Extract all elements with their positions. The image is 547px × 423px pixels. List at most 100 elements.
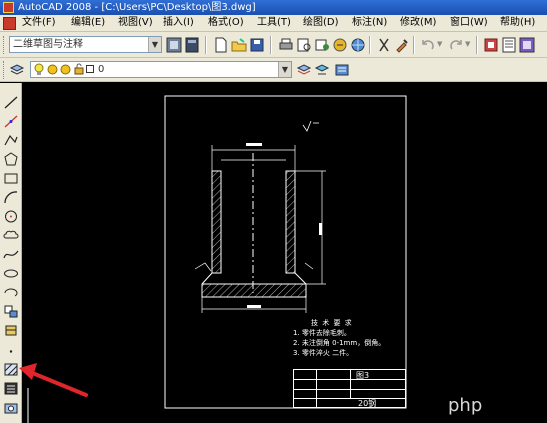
hatch-tool[interactable] bbox=[3, 362, 19, 377]
my-workspace-icon[interactable] bbox=[184, 37, 200, 53]
chevron-down-icon[interactable]: ▼ bbox=[278, 62, 291, 77]
match-properties-icon[interactable] bbox=[394, 37, 410, 53]
region-tool[interactable] bbox=[3, 401, 19, 416]
document-icon[interactable] bbox=[3, 17, 16, 30]
layers-toolbar: 0 ▼ bbox=[0, 58, 547, 82]
insert-block-icon bbox=[4, 305, 18, 318]
region-icon bbox=[4, 403, 18, 414]
title-bar: AutoCAD 2008 - [C:\Users\PC\Desktop\图3.d… bbox=[0, 0, 547, 15]
construction-line-icon bbox=[4, 115, 18, 128]
sun-viewport-icon[interactable] bbox=[60, 64, 71, 75]
menu-dimension[interactable]: 标注(N) bbox=[352, 16, 387, 30]
polyline-tool[interactable] bbox=[3, 133, 19, 148]
draw-toolbar bbox=[0, 83, 22, 423]
revision-cloud-tool[interactable] bbox=[3, 228, 19, 243]
unlock-icon[interactable] bbox=[74, 63, 84, 75]
layer-color-swatch[interactable] bbox=[86, 65, 94, 73]
rectangle-tool[interactable] bbox=[3, 171, 19, 186]
undo-dropdown-icon[interactable]: ▼ bbox=[437, 40, 442, 48]
menu-insert[interactable]: 插入(I) bbox=[163, 16, 194, 30]
pan-icon[interactable] bbox=[483, 37, 499, 53]
insert-block-tool[interactable] bbox=[3, 304, 19, 319]
gradient-icon bbox=[4, 382, 18, 395]
lightbulb-icon[interactable] bbox=[33, 63, 45, 76]
ellipse-arc-tool[interactable] bbox=[3, 285, 19, 300]
rectangle-icon bbox=[4, 173, 18, 184]
polygon-icon bbox=[4, 152, 18, 166]
note-line: 3. 零件淬火 二件。 bbox=[293, 349, 354, 357]
material-label: 20钢 bbox=[358, 399, 377, 408]
sun-icon[interactable] bbox=[47, 64, 58, 75]
workspace-dropdown[interactable]: 二维草图与注释 ▼ bbox=[9, 36, 162, 53]
autocad-logo-icon bbox=[3, 2, 14, 13]
spline-tool[interactable] bbox=[3, 247, 19, 262]
menu-tools[interactable]: 工具(T) bbox=[257, 16, 291, 30]
cursor-crosshair bbox=[27, 388, 29, 423]
redo-icon[interactable] bbox=[448, 37, 464, 53]
line-tool[interactable] bbox=[3, 95, 19, 110]
properties-icon[interactable] bbox=[501, 37, 517, 53]
arc-tool[interactable] bbox=[3, 190, 19, 205]
watermark: php bbox=[448, 395, 483, 416]
menu-view[interactable]: 视图(V) bbox=[118, 16, 153, 30]
ellipse-arc-icon bbox=[4, 288, 18, 297]
cut-icon[interactable] bbox=[376, 37, 392, 53]
drawing-area[interactable]: 技 术 要 求 1. 零件去除毛刺。 2. 未注倒角 0-1mm，倒角。 3. … bbox=[23, 83, 547, 423]
toolbar-grip[interactable] bbox=[3, 61, 6, 79]
3d-dwf-icon[interactable] bbox=[332, 37, 348, 53]
point-icon bbox=[9, 350, 13, 353]
workspace-value: 二维草图与注释 bbox=[13, 39, 83, 50]
note-line: 1. 零件去除毛刺。 bbox=[293, 329, 351, 337]
sheet-label: 图3 bbox=[356, 371, 370, 380]
undo-icon[interactable] bbox=[420, 37, 436, 53]
open-folder-icon[interactable] bbox=[231, 37, 247, 53]
hatch-icon bbox=[4, 363, 18, 376]
layer-manager-icon[interactable] bbox=[9, 62, 25, 78]
save-icon[interactable] bbox=[249, 37, 265, 53]
publish-icon[interactable] bbox=[314, 37, 330, 53]
menu-format[interactable]: 格式(O) bbox=[208, 16, 244, 30]
line-icon bbox=[4, 96, 18, 109]
technical-notes: 技 术 要 求 1. 零件去除毛刺。 2. 未注倒角 0-1mm，倒角。 3. … bbox=[293, 318, 403, 358]
redo-dropdown-icon[interactable]: ▼ bbox=[465, 40, 470, 48]
polygon-tool[interactable] bbox=[3, 152, 19, 167]
menu-modify[interactable]: 修改(M) bbox=[400, 16, 436, 30]
circle-icon bbox=[5, 210, 17, 223]
plot-preview-icon[interactable] bbox=[296, 37, 312, 53]
layer-previous-icon[interactable] bbox=[314, 62, 330, 78]
arc-icon bbox=[4, 191, 18, 204]
ellipse-tool[interactable] bbox=[3, 266, 19, 281]
revision-cloud-icon bbox=[3, 230, 19, 239]
toolbar-grip[interactable] bbox=[3, 36, 6, 54]
menu-draw[interactable]: 绘图(D) bbox=[303, 16, 339, 30]
layer-states-icon[interactable] bbox=[334, 62, 350, 78]
gradient-tool[interactable] bbox=[3, 381, 19, 396]
make-block-tool[interactable] bbox=[3, 323, 19, 338]
spline-icon bbox=[3, 250, 19, 259]
menu-bar: 文件(F) 编辑(E) 视图(V) 插入(I) 格式(O) 工具(T) 绘图(D… bbox=[0, 15, 547, 32]
part-section bbox=[194, 153, 326, 313]
polyline-icon bbox=[4, 134, 18, 146]
menu-file[interactable]: 文件(F) bbox=[22, 16, 56, 30]
point-tool[interactable] bbox=[3, 344, 19, 359]
chevron-down-icon[interactable]: ▼ bbox=[148, 37, 161, 52]
design-center-icon[interactable] bbox=[519, 37, 535, 53]
window-title: AutoCAD 2008 - [C:\Users\PC\Desktop\图3.d… bbox=[18, 2, 256, 13]
construction-line-tool[interactable] bbox=[3, 114, 19, 129]
title-block: 图3 20钢 bbox=[293, 369, 406, 408]
drawing-svg bbox=[164, 95, 407, 409]
layer-dropdown[interactable]: 0 ▼ bbox=[30, 61, 292, 78]
make-object-layer-current-icon[interactable] bbox=[296, 62, 312, 78]
circle-tool[interactable] bbox=[3, 209, 19, 224]
menu-window[interactable]: 窗口(W) bbox=[450, 16, 488, 30]
notes-heading: 技 术 要 求 bbox=[311, 319, 353, 327]
print-icon[interactable] bbox=[278, 37, 294, 53]
workspace-settings-icon[interactable] bbox=[166, 37, 182, 53]
note-line: 2. 未注倒角 0-1mm，倒角。 bbox=[293, 339, 386, 347]
new-file-icon[interactable] bbox=[213, 37, 229, 53]
roughness-symbol bbox=[302, 120, 319, 132]
publish-web-icon[interactable] bbox=[350, 37, 366, 53]
menu-edit[interactable]: 编辑(E) bbox=[71, 16, 105, 30]
menu-help[interactable]: 帮助(H) bbox=[500, 16, 535, 30]
ellipse-icon bbox=[4, 269, 18, 278]
